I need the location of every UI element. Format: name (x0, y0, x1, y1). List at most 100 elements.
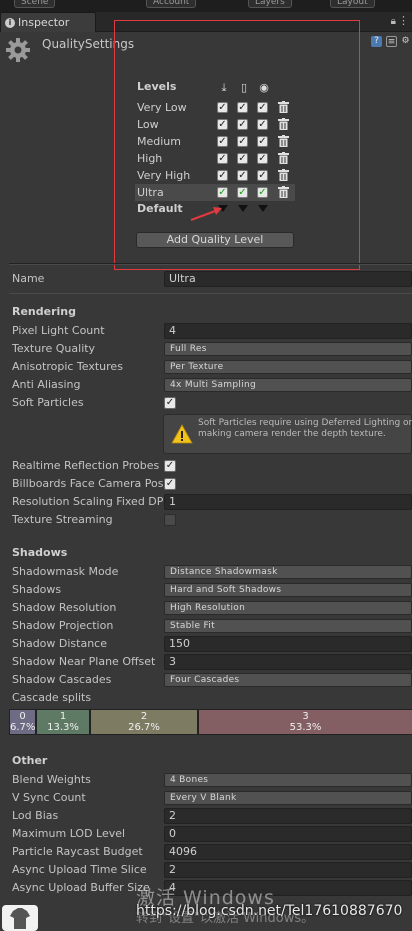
trash-icon[interactable] (278, 169, 289, 181)
platform-checkbox-mobile[interactable]: ✓ (237, 136, 248, 147)
cascade-percent: 26.7% (128, 722, 160, 733)
shadowmask-mode-label: Shadowmask Mode (12, 565, 119, 578)
warning-icon (171, 424, 193, 444)
texture-quality-row: Texture Quality Full Res (12, 341, 412, 358)
toolbar-button-1[interactable]: Scene (14, 0, 56, 8)
quality-level-name: Very Low (137, 101, 187, 114)
shadow-distance-input[interactable]: 150 (164, 636, 412, 652)
tab-inspector[interactable]: i Inspector (0, 12, 96, 32)
anisotropic-dropdown[interactable]: Per Texture (164, 360, 412, 374)
add-quality-level-button[interactable]: Add Quality Level (136, 232, 294, 248)
cascade-segment[interactable]: 1 13.3% (37, 710, 89, 734)
anti-aliasing-row: Anti Aliasing 4x Multi Sampling (12, 377, 412, 394)
lock-icon[interactable]: 🔒︎ (391, 16, 396, 27)
quality-level-row[interactable]: Very Low ✓ ✓ ✓ (135, 99, 295, 116)
settings-menu-icon[interactable]: ⚙ (400, 36, 411, 47)
realtime-reflection-label: Realtime Reflection Probes (12, 459, 160, 472)
quality-level-row[interactable]: Very High ✓ ✓ ✓ (135, 167, 295, 184)
blend-weights-dropdown[interactable]: 4 Bones (164, 773, 412, 787)
particle-raycast-input[interactable]: 4096 (164, 844, 412, 860)
default-dropdown-mobile[interactable] (238, 205, 248, 212)
blend-weights-label: Blend Weights (12, 773, 91, 786)
platform-checkbox-standalone[interactable]: ✓ (217, 187, 228, 198)
platform-checkbox-standalone[interactable]: ✓ (217, 153, 228, 164)
shadowmask-mode-dropdown[interactable]: Distance Shadowmask (164, 565, 412, 579)
platform-checkbox-android[interactable]: ✓ (257, 136, 268, 147)
max-lod-input[interactable]: 0 (164, 826, 412, 842)
vsync-row: V Sync Count Every V Blank (12, 790, 412, 807)
texture-quality-dropdown[interactable]: Full Res (164, 342, 412, 356)
platform-checkbox-mobile[interactable]: ✓ (237, 170, 248, 181)
platform-checkbox-mobile[interactable]: ✓ (237, 153, 248, 164)
cascade-segment[interactable]: 3 53.3% (199, 710, 412, 734)
pixel-light-count-input[interactable]: 4 (164, 323, 412, 339)
texture-quality-label: Texture Quality (12, 342, 96, 355)
texture-streaming-checkbox[interactable] (164, 514, 176, 526)
platform-checkbox-android[interactable]: ✓ (257, 119, 268, 130)
platform-checkbox-standalone[interactable]: ✓ (217, 119, 228, 130)
platform-checkbox-mobile[interactable]: ✓ (237, 102, 248, 113)
cascade-percent: 13.3% (47, 722, 79, 733)
platform-checkbox-android[interactable]: ✓ (257, 187, 268, 198)
toolbar-button-2[interactable]: Account (146, 0, 197, 8)
platform-checkbox-standalone[interactable]: ✓ (217, 170, 228, 181)
platform-checkbox-mobile[interactable]: ✓ (237, 119, 248, 130)
name-input[interactable]: Ultra (164, 271, 412, 287)
platform-checkbox-android[interactable]: ✓ (257, 153, 268, 164)
lod-bias-input[interactable]: 2 (164, 808, 412, 824)
toolbar-button-3[interactable]: Layers (248, 0, 292, 8)
quality-level-row[interactable]: Medium ✓ ✓ ✓ (135, 133, 295, 150)
toolbar-button-4[interactable]: Layout (330, 0, 375, 8)
async-time-slice-label: Async Upload Time Slice (12, 863, 147, 876)
vsync-label: V Sync Count (12, 791, 86, 804)
info-icon: i (5, 18, 15, 28)
trash-icon[interactable] (278, 152, 289, 164)
cascade-index: 0 (19, 711, 26, 722)
async-time-slice-input[interactable]: 2 (164, 862, 412, 878)
quality-level-row[interactable]: Ultra ✓ ✓ ✓ (135, 184, 295, 201)
platform-checkbox-mobile[interactable]: ✓ (237, 187, 248, 198)
shadow-projection-dropdown[interactable]: Stable Fit (164, 619, 412, 633)
billboards-row: Billboards Face Camera Position ✓ (12, 476, 412, 493)
android-icon: ◉ (259, 81, 269, 94)
quality-level-row[interactable]: High ✓ ✓ ✓ (135, 150, 295, 167)
cascade-percent: 6.7% (10, 722, 36, 733)
shadow-cascades-dropdown[interactable]: Four Cascades (164, 673, 412, 687)
name-label: Name (12, 272, 45, 285)
resolution-scaling-input[interactable]: 1 (164, 494, 412, 510)
platform-checkbox-android[interactable]: ✓ (257, 102, 268, 113)
realtime-reflection-checkbox[interactable]: ✓ (164, 460, 176, 472)
cascade-splits-bar[interactable]: 0 6.7% 1 13.3% 2 26.7% 3 53.3% (9, 709, 412, 735)
particle-raycast-label: Particle Raycast Budget (12, 845, 143, 858)
trash-icon[interactable] (278, 101, 289, 113)
platform-checkbox-standalone[interactable]: ✓ (217, 136, 228, 147)
anti-aliasing-dropdown[interactable]: 4x Multi Sampling (164, 378, 412, 392)
cascade-segment[interactable]: 0 6.7% (10, 710, 35, 734)
shadow-resolution-dropdown[interactable]: High Resolution (164, 601, 412, 615)
quality-level-row[interactable]: Low ✓ ✓ ✓ (135, 116, 295, 133)
gear-icon (6, 38, 30, 62)
shadow-resolution-row: Shadow Resolution High Resolution (12, 600, 412, 617)
name-row: Name Ultra (12, 271, 412, 288)
help-text: Soft Particles require using Deferred Li… (198, 418, 412, 439)
shadows-row: Shadows Hard and Soft Shadows (12, 582, 412, 599)
trash-icon[interactable] (278, 118, 289, 130)
shadows-dropdown[interactable]: Hard and Soft Shadows (164, 583, 412, 597)
platform-checkbox-android[interactable]: ✓ (257, 170, 268, 181)
trash-icon[interactable] (278, 186, 289, 198)
menu-icon[interactable]: ⋮ (398, 14, 409, 27)
help-box: Soft Particles require using Deferred Li… (163, 414, 412, 454)
default-dropdown-android[interactable] (258, 205, 268, 212)
reference-icon[interactable]: ? (371, 36, 382, 47)
billboards-checkbox[interactable]: ✓ (164, 478, 176, 490)
shadow-near-plane-label: Shadow Near Plane Offset (12, 655, 156, 668)
preset-icon[interactable]: ≡ (386, 36, 397, 47)
vsync-dropdown[interactable]: Every V Blank (164, 791, 412, 805)
shadow-cascades-label: Shadow Cascades (12, 673, 112, 686)
cascade-segment[interactable]: 2 26.7% (91, 710, 197, 734)
soft-particles-checkbox[interactable]: ✓ (164, 397, 176, 409)
platform-checkbox-standalone[interactable]: ✓ (217, 102, 228, 113)
trash-icon[interactable] (278, 135, 289, 147)
shadow-near-plane-input[interactable]: 3 (164, 654, 412, 670)
shadow-distance-label: Shadow Distance (12, 637, 107, 650)
